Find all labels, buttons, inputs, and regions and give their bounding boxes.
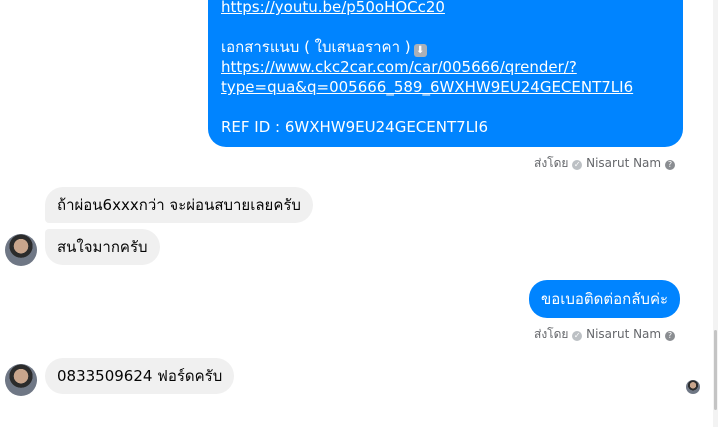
seen-avatar-icon <box>686 380 700 394</box>
incoming-message: 0833509624 ฟอร์ดครับ <box>45 358 235 394</box>
sent-by-prefix: ส่งโดย <box>534 156 569 170</box>
sent-by-info: ส่งโดย ✓ Nisarut Nam ? <box>534 154 675 173</box>
help-icon[interactable]: ? <box>664 160 675 170</box>
quotation-link-line1[interactable]: https://www.ckc2car.com/car/005666/qrend… <box>221 58 577 76</box>
ref-id-text: REF ID : 6WXHW9EU24GECENT7LI6 <box>221 118 489 136</box>
youtube-link[interactable]: https://youtu.be/p50oHOCc20 <box>221 0 445 16</box>
scrollbar-thumb[interactable] <box>714 330 717 410</box>
down-arrow-emoji-icon: ⬇ <box>413 44 427 57</box>
sent-by-name: Nisarut Nam <box>586 156 662 170</box>
contact-avatar[interactable] <box>5 234 37 266</box>
sent-by-name: Nisarut Nam <box>586 327 662 341</box>
contact-avatar[interactable] <box>5 364 37 396</box>
incoming-message: สนใจมากครับ <box>45 229 160 265</box>
quotation-link-line2[interactable]: type=qua&q=005666_589_6WXHW9EU24GECENT7L… <box>221 78 633 96</box>
help-icon[interactable]: ? <box>664 331 675 341</box>
attachment-label: เอกสารแนบ ( ใบเสนอราคา ) <box>221 38 411 56</box>
sent-by-prefix: ส่งโดย <box>534 327 569 341</box>
outgoing-message-quotation: https://youtu.be/p50oHOCc20 เอกสารแนบ ( … <box>208 0 683 147</box>
sent-by-info: ส่งโดย ✓ Nisarut Nam ? <box>534 325 675 344</box>
check-icon: ✓ <box>572 331 583 341</box>
outgoing-message: ขอเบอติดต่อกลับค่ะ <box>529 280 681 318</box>
incoming-message: ถ้าผ่อน6xxxกว่า จะผ่อนสบายเลยครับ <box>45 187 313 223</box>
check-icon: ✓ <box>572 160 583 170</box>
